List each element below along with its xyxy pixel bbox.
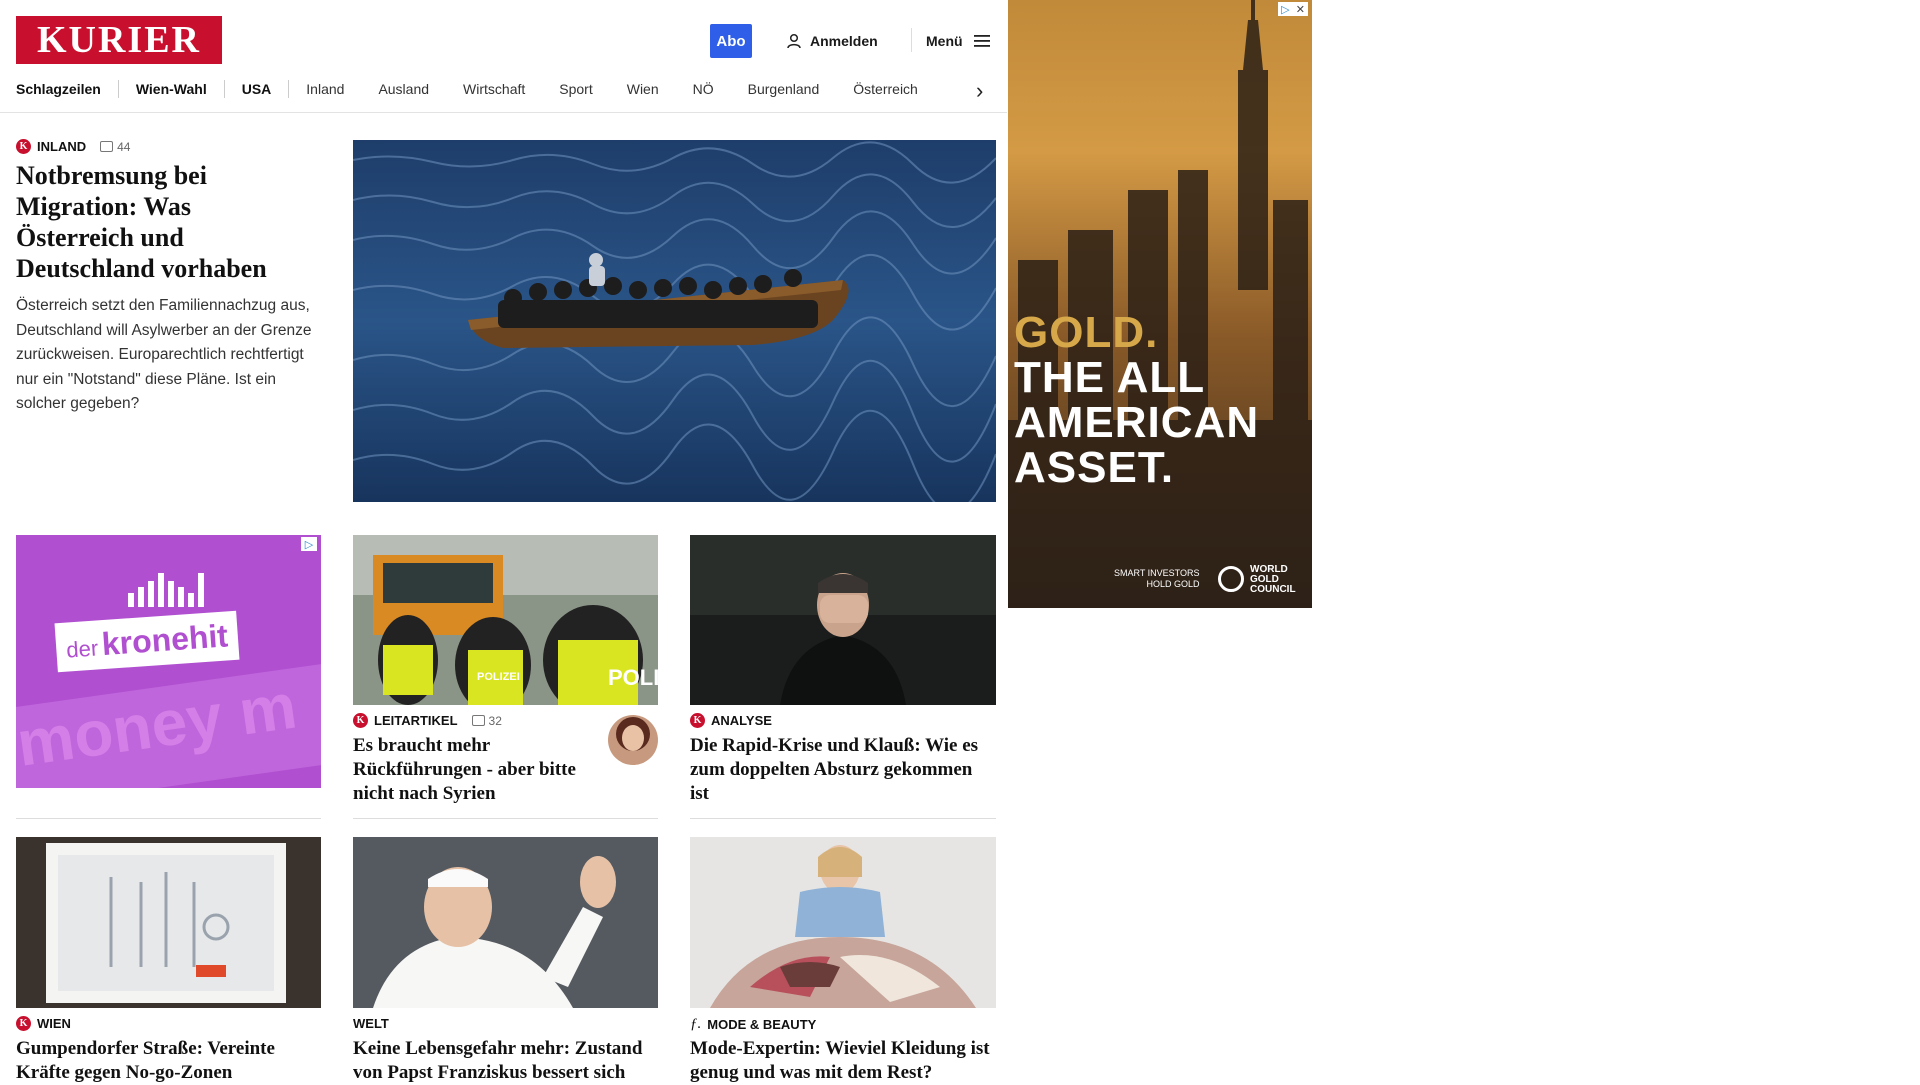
lead-headline[interactable]: Notbremsung bei Migration: Was Österreic… [16,160,306,284]
article-1-headline[interactable]: Es braucht mehr Rückführungen - aber bit… [353,734,603,806]
article-4-category[interactable]: WELT [353,1016,389,1031]
menu-label: Menü [926,33,963,49]
nav-item-sport[interactable]: Sport [542,81,609,97]
svg-text:POLIZEI: POLIZEI [477,671,520,683]
lead-teaser[interactable]: Österreich setzt den Familiennachzug aus… [16,294,314,417]
adchoices-icon[interactable]: ▷ [1281,3,1289,16]
kurier-logo[interactable]: KURIER [16,16,222,64]
pope-image [353,837,658,1008]
article-3-category[interactable]: WIEN [37,1016,71,1031]
nav-item-wirtschaft[interactable]: Wirtschaft [446,81,542,97]
ad-footer-left: SMART INVESTORS HOLD GOLD [1114,568,1200,590]
kronehit-ad[interactable]: money m der kronehit ▷ [16,535,321,788]
nav-divider-line [0,112,1007,113]
ad-footer-right: WORLD GOLD COUNCIL [1250,565,1296,595]
kronehit-logo: der kronehit [54,610,240,673]
lead-category-row: K INLAND 44 [16,139,130,154]
nav-item-wien[interactable]: Wien [610,81,676,97]
clothes-image [690,837,996,1008]
skyline-image [1008,0,1312,608]
adchoices-icon[interactable]: ▷ [301,537,317,551]
author-avatar[interactable] [608,715,658,765]
hamburger-icon [973,35,990,47]
article-1-image[interactable]: POLIZEI POLI [353,535,658,705]
lead-comment-count: 44 [117,139,131,154]
nav-item-ausland[interactable]: Ausland [361,81,446,97]
article-5-image[interactable] [690,837,996,1008]
article-4-category-row: WELT [353,1016,389,1031]
article-5-category[interactable]: MODE & BEAUTY [707,1017,816,1032]
article-1-comment-count: 32 [488,713,502,728]
avatar-face [622,725,644,751]
article-4-headline[interactable]: Keine Lebensgefahr mehr: Zustand von Pap… [353,1037,658,1085]
ad-brand-prefix: der [65,635,99,663]
article-3-headline[interactable]: Gumpendorfer Straße: Vereinte Kräfte geg… [16,1037,321,1085]
lead-category[interactable]: INLAND [37,139,86,154]
ad-line-2: THE ALL [1014,353,1206,402]
syringes-image [16,837,321,1008]
article-1-category-row: K LEITARTIKEL 32 [353,713,502,728]
login-label: Anmelden [810,33,878,49]
article-2-category[interactable]: ANALYSE [711,713,772,728]
crown-icon [128,573,204,607]
kurier-badge-icon: K [16,139,31,154]
ad-line-1: GOLD. [1014,308,1159,357]
article-1-category[interactable]: LEITARTIKEL [374,713,458,728]
freizeit-icon: ƒ. [690,1016,702,1032]
nav-scroll-right-icon[interactable]: › [976,78,983,104]
comment-icon [100,141,114,152]
article-5-category-row: ƒ. MODE & BEAUTY [690,1016,816,1033]
article-5-headline[interactable]: Mode-Expertin: Wieviel Kleidung ist genu… [690,1037,996,1085]
wgc-logo-icon [1218,566,1244,592]
nav-item-usa[interactable]: USA [225,81,289,97]
ad-footer-left-2: HOLD GOLD [1146,579,1200,589]
nav-item-burgenland[interactable]: Burgenland [731,81,837,97]
ad-line-4: ASSET. [1014,443,1175,492]
kurier-badge-icon: K [16,1016,31,1031]
row-divider [16,818,321,819]
close-icon[interactable]: ✕ [1296,3,1305,16]
ad-footer-left-1: SMART INVESTORS [1114,568,1200,578]
nav-item-wien-wahl[interactable]: Wien-Wahl [119,81,224,97]
nav-item-noe[interactable]: NÖ [676,81,731,97]
user-icon [787,33,801,49]
header-divider [911,28,912,52]
article-1-comments[interactable]: 32 [471,713,502,728]
nav-item-inland[interactable]: Inland [289,81,361,97]
kurier-badge-icon: K [690,713,705,728]
trainer-image [690,535,996,705]
abo-button[interactable]: Abo [710,24,752,58]
login-button[interactable]: Anmelden [786,28,878,54]
ad-footer-right-3: COUNCIL [1250,584,1296,595]
gold-ad[interactable]: GOLD. THE ALL AMERICAN ASSET. SMART INVE… [1008,0,1312,608]
menu-button[interactable]: Menü [926,28,991,54]
lead-image[interactable] [353,140,996,502]
article-3-category-row: K WIEN [16,1016,71,1031]
row-divider [690,818,996,819]
kurier-badge-icon: K [353,713,368,728]
main-nav: Schlagzeilen Wien-Wahl USA Inland Auslan… [16,78,935,100]
boat-sea-image [353,140,996,502]
article-2-category-row: K ANALYSE [690,713,772,728]
ad-headline: GOLD. THE ALL AMERICAN ASSET. [1014,310,1259,490]
nav-item-oesterreich[interactable]: Österreich [836,81,935,97]
article-4-image[interactable] [353,837,658,1008]
ad-line-3: AMERICAN [1014,398,1260,447]
nav-item-schlagzeilen[interactable]: Schlagzeilen [16,81,118,97]
lead-comments[interactable]: 44 [100,140,130,154]
comment-icon [471,715,485,726]
article-2-image[interactable] [690,535,996,705]
police-image: POLIZEI POLI [353,535,658,705]
adchoices-close-icon[interactable]: ▷ ✕ [1278,2,1308,16]
row-divider [353,818,658,819]
svg-text:POLI: POLI [608,665,658,690]
article-2-headline[interactable]: Die Rapid-Krise und Klauß: Wie es zum do… [690,734,996,806]
ad-brand-main: kronehit [100,617,230,663]
article-3-image[interactable] [16,837,321,1008]
